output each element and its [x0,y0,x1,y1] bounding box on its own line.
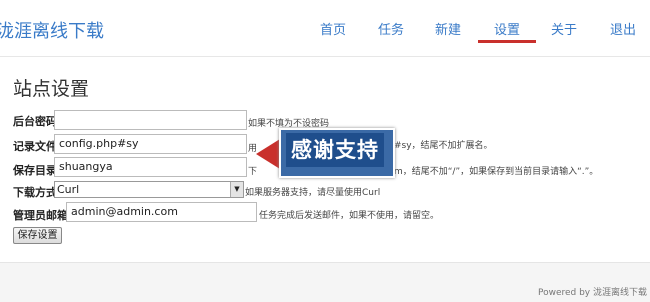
footer-text: Powered by 泷涯离线下载 [537,288,647,298]
nav-about[interactable]: 关于 [551,19,577,38]
nav-active-indicator [478,40,536,43]
app-brand[interactable]: 泷涯离线下载 [0,17,104,43]
save-dir-input[interactable]: shuangya [54,157,247,177]
download-method-value: Curl [57,183,80,196]
save-dir-label: 保存目录 [13,164,57,177]
thanks-arrow-icon [256,139,280,169]
admin-email-input[interactable]: admin@admin.com [66,202,257,222]
nav-new[interactable]: 新建 [435,19,461,38]
password-label: 后台密码 [13,115,57,128]
page-title: 站点设置 [13,78,90,100]
password-input[interactable] [54,110,247,130]
download-method-select[interactable]: Curl ▼ [54,181,244,198]
download-method-hint: 如果服务器支持，请尽量使用Curl [245,188,381,198]
nav-logout[interactable]: 退出 [610,19,636,38]
nav-tasks[interactable]: 任务 [378,19,404,38]
record-file-hint-end: #sy，结尾不加扩展名。 [394,141,493,151]
save-settings-button[interactable]: 保存设置 [13,227,62,244]
save-dir-hint-end: m，结尾不加“/”，如果保存到当前目录请输入“.”。 [394,167,599,177]
thanks-badge-text[interactable]: 感谢支持 [286,133,384,167]
chevron-down-icon[interactable]: ▼ [230,182,243,197]
record-file-input[interactable]: config.php#sy [54,134,247,154]
admin-email-hint: 任务完成后发送邮件，如果不使用，请留空。 [259,211,440,221]
download-method-label: 下载方式 [13,186,57,199]
top-navbar: 泷涯离线下载 首页 任务 新建 设置 关于 退出 [0,0,650,57]
nav-home[interactable]: 首页 [320,19,346,38]
nav-settings[interactable]: 设置 [494,19,520,38]
record-file-label: 记录文件 [13,140,57,153]
admin-email-label: 管理员邮箱 [13,209,68,222]
